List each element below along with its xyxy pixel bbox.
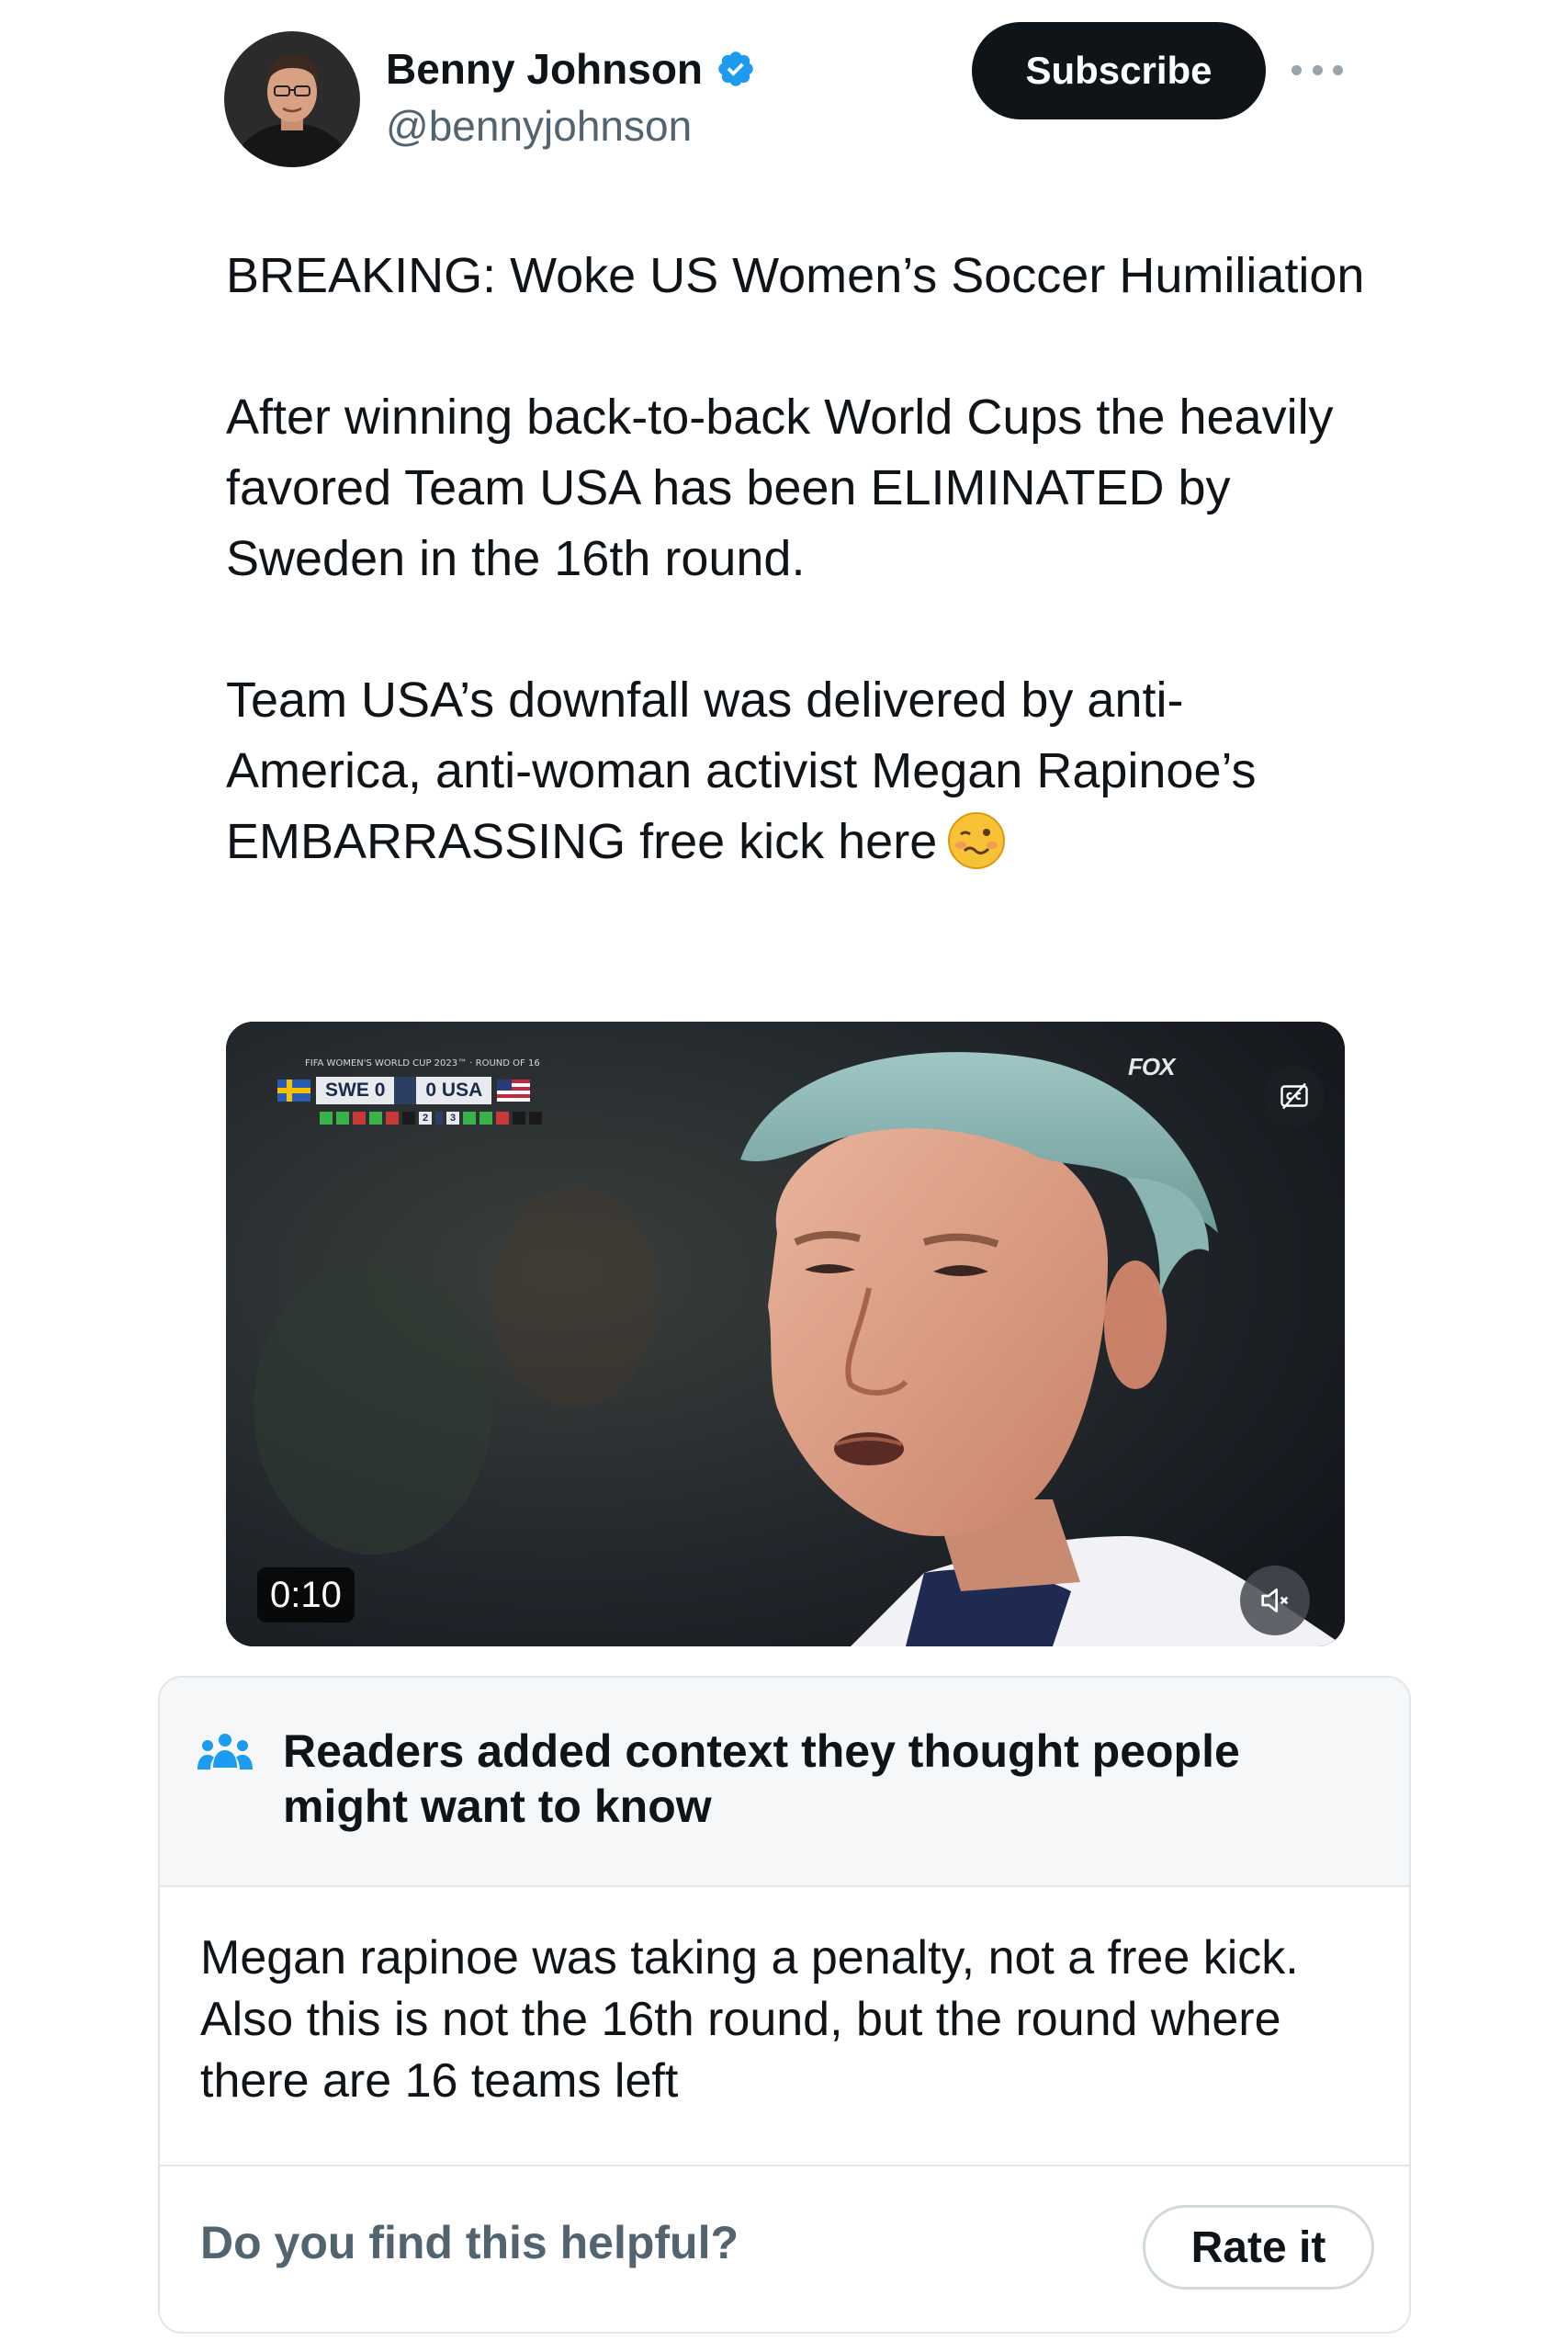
pens-separator	[435, 1112, 443, 1125]
mute-glyph	[1261, 1589, 1289, 1612]
helpful-question: Do you find this helpful?	[200, 2217, 739, 2268]
more-dot	[1292, 64, 1302, 75]
verified-badge-icon	[718, 51, 753, 86]
penalty-dot	[513, 1112, 525, 1125]
profile-photo	[224, 31, 360, 167]
cc-glyph	[1280, 1082, 1308, 1110]
home-score: 0	[374, 1080, 386, 1101]
penalty-dot	[496, 1112, 509, 1125]
more-dot	[1333, 64, 1343, 75]
author-display-name[interactable]: Benny Johnson	[386, 44, 703, 94]
video-duration: 0:10	[257, 1567, 355, 1623]
penalty-dot	[463, 1112, 476, 1125]
home-pens: 2	[419, 1112, 432, 1125]
community-note-header: Readers added context they thought peopl…	[160, 1678, 1409, 1887]
scoreboard-row: SWE 0 0 USA	[277, 1073, 531, 1108]
author-avatar[interactable]	[224, 31, 360, 167]
author-name-row[interactable]: Benny Johnson	[386, 44, 756, 94]
muted-speaker-icon[interactable]	[1240, 1566, 1310, 1635]
tweet-paragraph: After winning back-to-back World Cups th…	[226, 390, 1334, 586]
scoreboard-tournament: FIFA WOMEN'S WORLD CUP 2023™ · ROUND OF …	[305, 1058, 540, 1069]
tweet-paragraph-last: Team USA’s downfall was delivered by ant…	[226, 665, 1365, 877]
penalty-dot	[402, 1112, 415, 1125]
home-team: SWE	[325, 1080, 369, 1101]
community-note-footer: Do you find this helpful? Rate it	[160, 2165, 1409, 2332]
community-note-body: Megan rapinoe was taking a penalty, not …	[200, 1931, 1299, 2108]
scoreboard-home: SWE 0	[316, 1077, 395, 1104]
rate-it-button[interactable]: Rate it	[1143, 2205, 1374, 2290]
author-handle[interactable]: @bennyjohnson	[386, 101, 692, 151]
subscribe-button[interactable]: Subscribe	[972, 22, 1266, 119]
penalty-tracker: 2 3	[320, 1112, 542, 1125]
scoreboard-away: 0 USA	[416, 1077, 492, 1104]
sweden-flag-icon	[277, 1080, 310, 1102]
broadcaster-logo: FOX	[1128, 1053, 1175, 1080]
penalty-dot	[479, 1112, 492, 1125]
video-player[interactable]: FIFA WOMEN'S WORLD CUP 2023™ · ROUND OF …	[226, 1022, 1345, 1646]
scoreboard-separator	[394, 1077, 417, 1104]
people-group-icon	[197, 1734, 253, 1770]
away-team: USA	[441, 1080, 483, 1101]
more-options-icon[interactable]	[1292, 51, 1343, 88]
away-score: 0	[425, 1080, 437, 1101]
tweet-paragraph-text: Team USA’s downfall was delivered by ant…	[226, 673, 1257, 869]
woozy-face-emoji-icon	[948, 812, 1006, 869]
tweet-paragraph: BREAKING: Woke US Women’s Soccer Humilia…	[226, 248, 1365, 303]
closed-captions-icon[interactable]	[1264, 1066, 1325, 1126]
penalty-dot	[320, 1112, 333, 1125]
usa-flag-icon	[497, 1080, 531, 1102]
penalty-dot	[336, 1112, 349, 1125]
more-dot	[1312, 64, 1323, 75]
community-note: Readers added context they thought peopl…	[158, 1676, 1411, 2334]
penalty-dot	[529, 1112, 542, 1125]
penalty-dot	[369, 1112, 382, 1125]
community-note-title: Readers added context they thought peopl…	[283, 1725, 1240, 1832]
scoreboard: FIFA WOMEN'S WORLD CUP 2023™ · ROUND OF …	[277, 1058, 590, 1141]
penalty-dot	[353, 1112, 366, 1125]
away-pens: 3	[446, 1112, 459, 1125]
penalty-dot	[386, 1112, 399, 1125]
tweet-text: BREAKING: Woke US Women’s Soccer Humilia…	[226, 241, 1365, 877]
